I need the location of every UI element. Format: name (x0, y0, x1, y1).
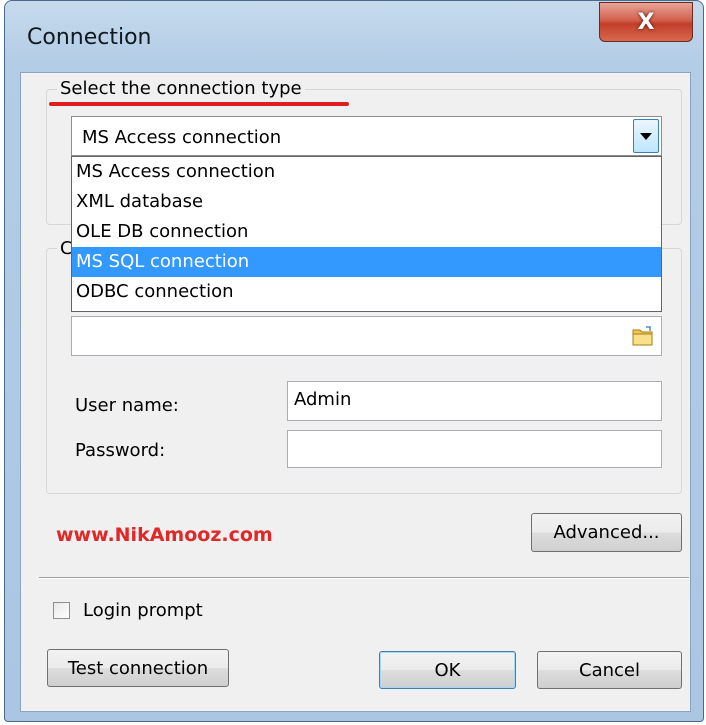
connection-dialog: Connection X Select the connection type … (4, 0, 704, 722)
dropdown-option[interactable]: XML database (72, 187, 661, 217)
close-icon: X (637, 9, 655, 35)
connection-type-legend: Select the connection type (57, 78, 305, 99)
dropdown-option-highlighted[interactable]: MS SQL connection (72, 247, 661, 277)
user-name-value: Admin (294, 389, 352, 410)
password-input[interactable] (287, 430, 662, 468)
window-title: Connection (27, 25, 152, 50)
dropdown-button[interactable] (633, 119, 659, 153)
user-name-label: User name: (75, 395, 179, 416)
advanced-button[interactable]: Advanced... (531, 513, 682, 552)
connection-type-dropdown-list[interactable]: MS Access connection XML database OLE DB… (71, 156, 662, 312)
database-path-input[interactable] (71, 316, 662, 356)
password-label: Password: (75, 440, 166, 461)
legend-underline (49, 102, 349, 106)
cancel-button[interactable]: Cancel (537, 651, 682, 689)
separator (39, 577, 689, 579)
test-connection-label: Test connection (67, 657, 209, 679)
chevron-down-icon (640, 132, 652, 140)
user-name-input[interactable]: Admin (287, 381, 662, 421)
dialog-body: Select the connection type MS Access con… (20, 72, 691, 712)
cancel-button-label: Cancel (579, 659, 640, 681)
title-bar: Connection X (5, 1, 703, 77)
folder-icon[interactable] (631, 324, 655, 348)
dropdown-option[interactable]: MS Access connection (72, 157, 661, 187)
close-button[interactable]: X (599, 2, 693, 42)
test-connection-button[interactable]: Test connection (47, 649, 229, 687)
login-prompt-label[interactable]: Login prompt (83, 600, 203, 621)
dropdown-option[interactable]: OLE DB connection (72, 217, 661, 247)
dropdown-option[interactable]: ODBC connection (72, 277, 661, 307)
login-prompt-checkbox[interactable] (53, 602, 70, 619)
connection-type-selected: MS Access connection (82, 127, 282, 148)
advanced-button-label: Advanced... (553, 522, 660, 543)
ok-button[interactable]: OK (379, 651, 516, 689)
connection-type-select[interactable]: MS Access connection (71, 116, 662, 156)
watermark-link[interactable]: www.NikAmooz.com (56, 524, 273, 546)
ok-button-label: OK (434, 659, 461, 681)
